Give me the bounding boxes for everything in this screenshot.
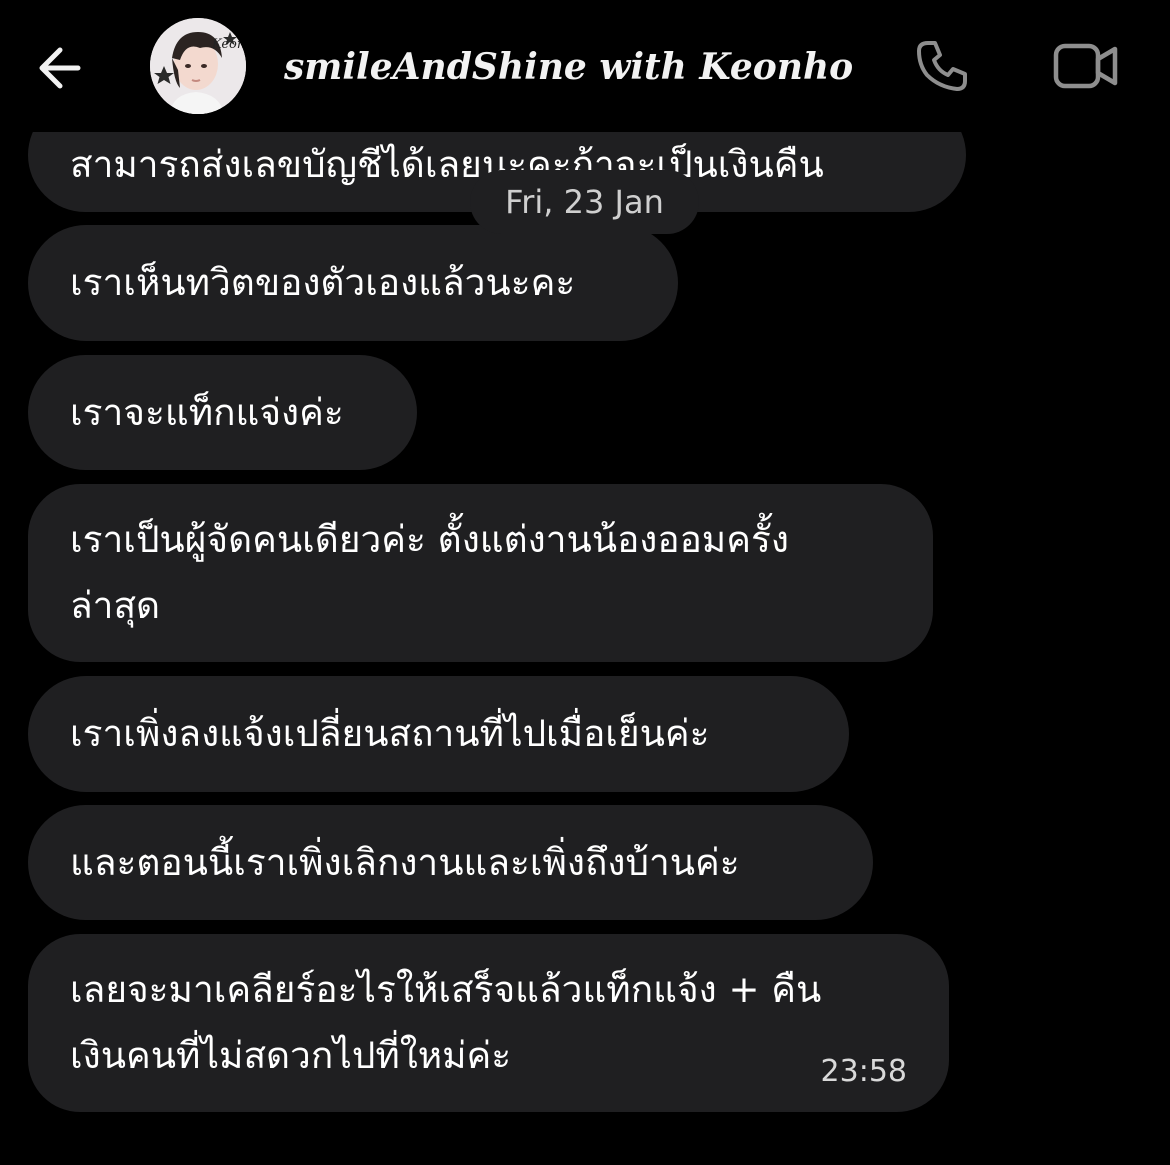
chat-header: Keon Ho smileAndShine with Keonho	[0, 0, 1170, 132]
back-button[interactable]	[28, 36, 92, 100]
message-text-line: เลยจะมาเคลียร์อะไรให้เสร็จแล้วแท็กแจ้ง +…	[70, 968, 822, 1011]
message-text: เราจะแท็กแจ่งค่ะ	[70, 390, 344, 434]
message-text: เราเห็นทวิตของตัวเองแล้วนะคะ	[70, 261, 576, 304]
message-text-line: ล่าสุด	[70, 584, 161, 627]
date-separator: Fri, 23 Jan	[470, 170, 699, 234]
message-bubble[interactable]: และตอนนี้เราเพิ่งเลิกงานและเพิ่งถึงบ้านค…	[28, 805, 873, 920]
phone-icon	[917, 41, 967, 91]
message-bubble[interactable]: เราจะแท็กแจ่งค่ะ	[28, 355, 417, 470]
avatar-label: Keon Ho	[211, 37, 246, 52]
message-text-line: เราเป็นผู้จัดคนเดียวค่ะ ตั้งแต่งานน้องออ…	[70, 518, 789, 561]
message-timestamp: 23:58	[820, 1054, 907, 1089]
chat-title[interactable]: smileAndShine with Keonho	[284, 40, 853, 94]
message-text: เราเพิ่งลงแจ้งเปลี่ยนสถานที่ไปเมื่อเย็นค…	[70, 712, 710, 755]
message-text: และตอนนี้เราเพิ่งเลิกงานและเพิ่งถึงบ้านค…	[70, 840, 740, 884]
video-camera-icon	[1053, 43, 1118, 89]
message-bubble[interactable]: เลยจะมาเคลียร์อะไรให้เสร็จแล้วแท็กแจ้ง +…	[28, 934, 949, 1112]
message-bubble[interactable]: เราเพิ่งลงแจ้งเปลี่ยนสถานที่ไปเมื่อเย็นค…	[28, 676, 849, 792]
avatar[interactable]: Keon Ho	[150, 18, 246, 114]
message-text: สามารถส่งเลขบัญชีได้เลยนะคะถ้าจะเป็นเงิน…	[70, 143, 824, 186]
message-bubble[interactable]: เราเห็นทวิตของตัวเองแล้วนะคะ	[28, 225, 678, 341]
video-call-button[interactable]	[1048, 32, 1124, 100]
profile-photo: Keon Ho	[150, 18, 246, 114]
message-bubble[interactable]: เราเป็นผู้จัดคนเดียวค่ะ ตั้งแต่งานน้องออ…	[28, 484, 933, 662]
arrow-left-icon	[39, 47, 81, 89]
call-button[interactable]	[908, 32, 976, 100]
message-text-line: เงินคนที่ไม่สดวกไปที่ใหม่ค่ะ	[70, 1034, 512, 1077]
